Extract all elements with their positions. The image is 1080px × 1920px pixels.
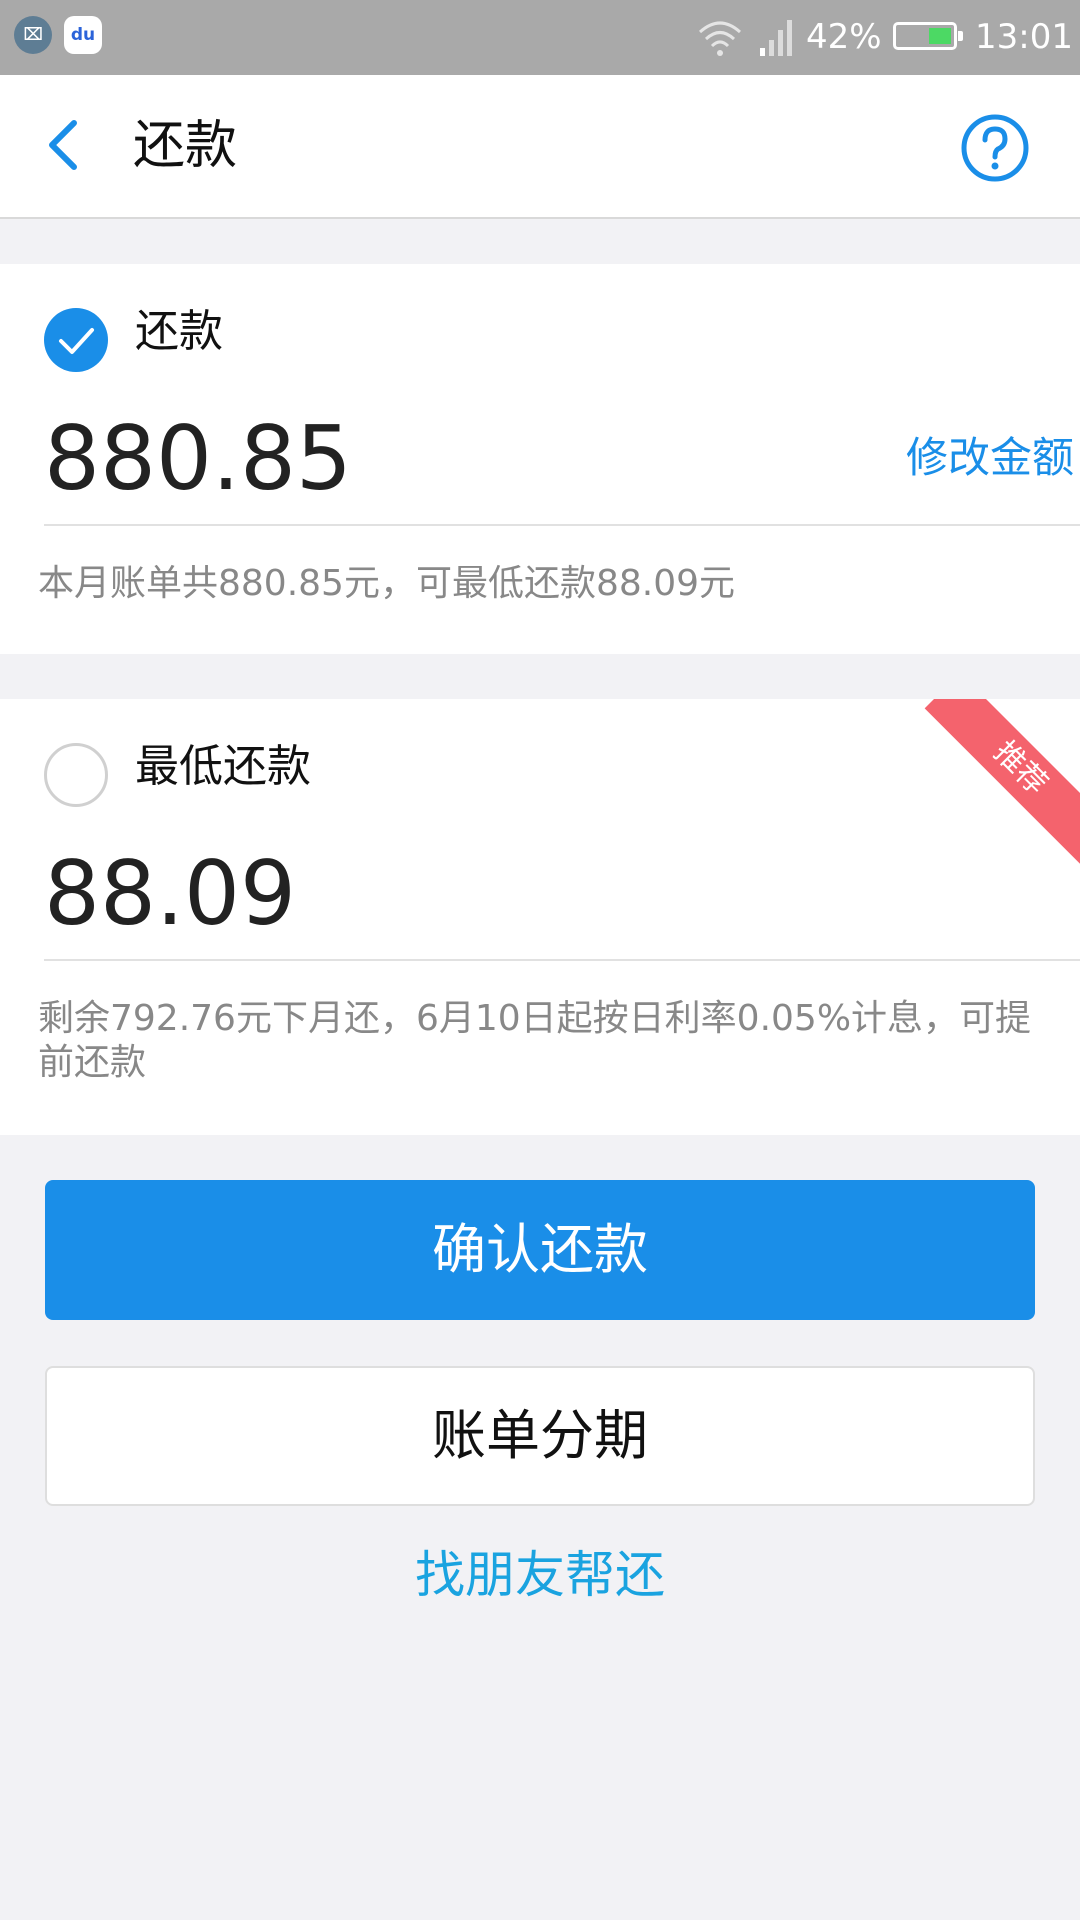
option-full-repayment[interactable]: 还款 880.85 修改金额 本月账单共880.85元，可最低还款88.09元 xyxy=(0,264,1080,654)
clock: 13:01 xyxy=(975,17,1073,57)
gallery-icon: ⌧ xyxy=(14,16,52,54)
header: 还款 xyxy=(0,75,1080,219)
bill-summary: 本月账单共880.85元，可最低还款88.09元 xyxy=(38,563,736,604)
status-bar: ⌧ du 42% 13:01 xyxy=(0,0,1080,75)
radio-unchecked-icon[interactable] xyxy=(44,743,108,807)
amount-value: 880.85 xyxy=(44,407,352,510)
battery-level xyxy=(929,28,951,44)
divider xyxy=(44,524,1080,526)
option-label: 还款 xyxy=(135,306,223,357)
option-minimum-repayment[interactable]: 推荐 最低还款 88.09 剩余792.76元下月还，6月10日起按日利率0.0… xyxy=(0,699,1080,1135)
minimum-repayment-note: 剩余792.76元下月还，6月10日起按日利率0.05%计息，可提前还款 xyxy=(38,998,1032,1083)
bill-installment-button[interactable]: 账单分期 xyxy=(45,1366,1035,1506)
amount-value: 88.09 xyxy=(44,842,296,945)
divider xyxy=(44,959,1080,961)
option-label: 最低还款 xyxy=(135,741,311,792)
recommend-badge: 推荐 xyxy=(924,699,1080,864)
page-title: 还款 xyxy=(133,116,238,176)
confirm-repayment-button[interactable]: 确认还款 xyxy=(45,1180,1035,1320)
chevron-left-icon[interactable] xyxy=(38,115,98,175)
wifi-icon xyxy=(698,21,742,56)
question-circle-icon[interactable] xyxy=(960,113,1030,183)
battery-percent: 42% xyxy=(806,17,882,57)
baidu-icon: du xyxy=(64,16,102,54)
modify-amount-link[interactable]: 修改金额 xyxy=(906,430,1074,486)
battery-icon xyxy=(893,22,963,50)
ask-friend-link[interactable]: 找朋友帮还 xyxy=(0,1540,1080,1610)
signal-icon xyxy=(760,20,792,56)
radio-checked-icon[interactable] xyxy=(44,308,108,372)
